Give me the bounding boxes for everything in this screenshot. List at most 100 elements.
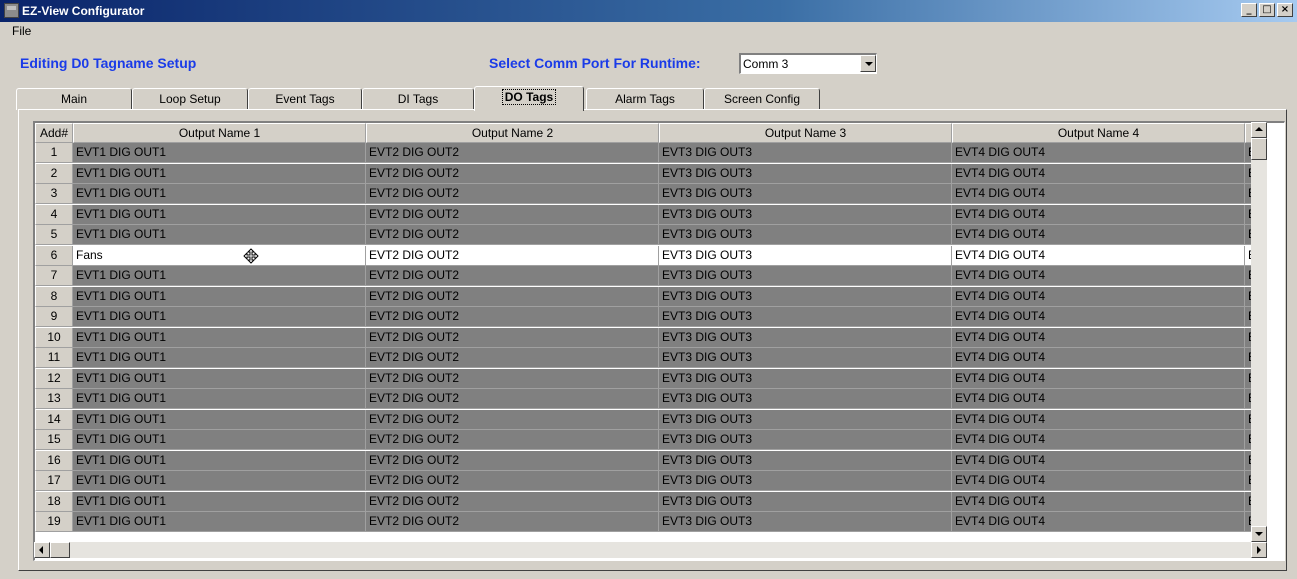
do-tags-grid[interactable]: Add# Output Name 1 Output Name 2 Output … xyxy=(33,121,1285,561)
table-row[interactable]: 16 EVT1 DIG OUT1 EVT2 DIG OUT2 EVT3 DIG OUT… xyxy=(35,450,1259,471)
vertical-scroll-thumb[interactable] xyxy=(1251,138,1267,160)
row-number[interactable]: 12 xyxy=(35,368,73,389)
table-row[interactable]: 10 EVT1 DIG OUT1 EVT2 DIG OUT2 EVT3 DIG OUT… xyxy=(35,327,1259,348)
output-name-cell[interactable]: EVT1 DIG OUT1 xyxy=(73,471,366,491)
output-name-cell[interactable]: EVT1 DIG OUT1 xyxy=(73,409,366,430)
output-name-cell[interactable]: EVT2 DIG OUT2 xyxy=(366,471,659,491)
row-number[interactable]: 6 xyxy=(35,245,73,266)
output-name-cell[interactable]: EVT1 DIG OUT1 xyxy=(73,204,366,225)
output-name-cell[interactable]: EVT2 DIG OUT2 xyxy=(366,491,659,512)
row-number[interactable]: 16 xyxy=(35,450,73,471)
output-name-cell[interactable]: EVT1 DIG OUT1 xyxy=(73,143,366,163)
maximize-button[interactable]: □ xyxy=(1259,3,1275,17)
output-name-cell[interactable]: EVT2 DIG OUT2 xyxy=(366,430,659,450)
output-name-cell[interactable]: EVT2 DIG OUT2 xyxy=(366,512,659,532)
output-name-cell[interactable]: EVT1 DIG OUT1 xyxy=(73,184,366,204)
output-name-cell[interactable]: EVT1 DIG OUT1 xyxy=(73,348,366,368)
output-name-cell[interactable]: Fans xyxy=(73,245,366,266)
row-number[interactable]: 11 xyxy=(35,348,73,368)
output-name-cell[interactable]: EVT4 DIG OUT4 xyxy=(952,389,1245,409)
output-name-cell[interactable]: EVT1 DIG OUT1 xyxy=(73,368,366,389)
output-name-cell[interactable]: EVT1 DIG OUT1 xyxy=(73,389,366,409)
output-name-cell[interactable]: EVT3 DIG OUT3 xyxy=(659,225,952,245)
close-button[interactable]: × xyxy=(1277,3,1293,17)
output-name-cell[interactable]: EVT3 DIG OUT3 xyxy=(659,307,952,327)
row-number[interactable]: 15 xyxy=(35,430,73,450)
table-row[interactable]: 2 EVT1 DIG OUT1 EVT2 DIG OUT2 EVT3 DIG OUT3… xyxy=(35,163,1259,184)
table-row[interactable]: 3 EVT1 DIG OUT1 EVT2 DIG OUT2 EVT3 DIG OUT3… xyxy=(35,184,1259,204)
row-number[interactable]: 18 xyxy=(35,491,73,512)
output-name-cell[interactable]: EVT3 DIG OUT3 xyxy=(659,368,952,389)
output-name-cell[interactable]: EVT4 DIG OUT4 xyxy=(952,307,1245,327)
output-name-cell[interactable]: EVT4 DIG OUT4 xyxy=(952,430,1245,450)
output-name-cell[interactable]: EVT3 DIG OUT3 xyxy=(659,204,952,225)
scroll-down-arrow-icon[interactable] xyxy=(1251,526,1267,542)
output-name-cell[interactable]: EVT2 DIG OUT2 xyxy=(366,389,659,409)
output-name-cell[interactable]: EVT1 DIG OUT1 xyxy=(73,266,366,286)
horizontal-scrollbar[interactable] xyxy=(34,542,1267,558)
tab-loop-setup[interactable]: Loop Setup xyxy=(132,88,248,110)
output-name-cell[interactable]: EVT1 DIG OUT1 xyxy=(73,512,366,532)
vertical-scrollbar[interactable] xyxy=(1251,122,1267,558)
output-name-cell[interactable]: EVT2 DIG OUT2 xyxy=(366,143,659,163)
output-name-cell[interactable]: EVT3 DIG OUT3 xyxy=(659,450,952,471)
output-name-cell[interactable]: EVT3 DIG OUT3 xyxy=(659,389,952,409)
row-number[interactable]: 4 xyxy=(35,204,73,225)
output-name-cell[interactable]: EVT2 DIG OUT2 xyxy=(366,348,659,368)
menu-file[interactable]: File xyxy=(12,24,31,38)
table-row[interactable]: 19 EVT1 DIG OUT1 EVT2 DIG OUT2 EVT3 DIG OUT… xyxy=(35,512,1259,532)
output-name-cell[interactable]: EVT2 DIG OUT2 xyxy=(366,450,659,471)
table-row[interactable]: 17 EVT1 DIG OUT1 EVT2 DIG OUT2 EVT3 DIG OUT… xyxy=(35,471,1259,491)
row-number[interactable]: 7 xyxy=(35,266,73,286)
tab-alarm-tags[interactable]: Alarm Tags xyxy=(586,88,704,110)
output-name-cell[interactable]: EVT1 DIG OUT1 xyxy=(73,327,366,348)
output-name-cell[interactable]: EVT4 DIG OUT4 xyxy=(952,450,1245,471)
output-name-cell[interactable]: EVT4 DIG OUT4 xyxy=(952,348,1245,368)
output-name-cell[interactable]: EVT2 DIG OUT2 xyxy=(366,409,659,430)
output-name-cell[interactable]: EVT4 DIG OUT4 xyxy=(952,245,1245,266)
output-name-cell[interactable]: EVT2 DIG OUT2 xyxy=(366,184,659,204)
output-name-cell[interactable]: EVT2 DIG OUT2 xyxy=(366,286,659,307)
output-name-cell[interactable]: EVT4 DIG OUT4 xyxy=(952,266,1245,286)
row-number[interactable]: 8 xyxy=(35,286,73,307)
output-name-cell[interactable]: EVT2 DIG OUT2 xyxy=(366,163,659,184)
table-row[interactable]: 1 EVT1 DIG OUT1 EVT2 DIG OUT2 EVT3 DIG OUT3… xyxy=(35,143,1259,163)
row-number[interactable]: 10 xyxy=(35,327,73,348)
output-name-cell[interactable]: EVT2 DIG OUT2 xyxy=(366,368,659,389)
output-name-cell[interactable]: EVT3 DIG OUT3 xyxy=(659,512,952,532)
scroll-right-arrow-icon[interactable] xyxy=(1251,542,1267,558)
row-number[interactable]: 19 xyxy=(35,512,73,532)
column-header-output-1[interactable]: Output Name 1 xyxy=(73,123,366,143)
table-row[interactable]: 4 EVT1 DIG OUT1 EVT2 DIG OUT2 EVT3 DIG OUT3… xyxy=(35,204,1259,225)
output-name-cell[interactable]: EVT3 DIG OUT3 xyxy=(659,286,952,307)
row-number[interactable]: 9 xyxy=(35,307,73,327)
tab-main[interactable]: Main xyxy=(16,88,132,110)
tab-di-tags[interactable]: DI Tags xyxy=(362,88,474,110)
output-name-cell[interactable]: EVT1 DIG OUT1 xyxy=(73,450,366,471)
column-header-output-3[interactable]: Output Name 3 xyxy=(659,123,952,143)
output-name-cell[interactable]: EVT4 DIG OUT4 xyxy=(952,225,1245,245)
column-header-output-4[interactable]: Output Name 4 xyxy=(952,123,1245,143)
output-name-cell[interactable]: EVT4 DIG OUT4 xyxy=(952,286,1245,307)
output-name-cell[interactable]: EVT3 DIG OUT3 xyxy=(659,184,952,204)
output-name-cell[interactable]: EVT3 DIG OUT3 xyxy=(659,245,952,266)
output-name-cell[interactable]: EVT3 DIG OUT3 xyxy=(659,327,952,348)
output-name-cell[interactable]: EVT2 DIG OUT2 xyxy=(366,245,659,266)
output-name-cell[interactable]: EVT1 DIG OUT1 xyxy=(73,286,366,307)
output-name-cell[interactable]: EVT4 DIG OUT4 xyxy=(952,163,1245,184)
output-name-cell[interactable]: EVT2 DIG OUT2 xyxy=(366,204,659,225)
row-number[interactable]: 1 xyxy=(35,143,73,163)
output-name-cell[interactable]: EVT4 DIG OUT4 xyxy=(952,143,1245,163)
table-row[interactable]: 13 EVT1 DIG OUT1 EVT2 DIG OUT2 EVT3 DIG OUT… xyxy=(35,389,1259,409)
output-name-cell[interactable]: EVT2 DIG OUT2 xyxy=(366,327,659,348)
table-row[interactable]: 15 EVT1 DIG OUT1 EVT2 DIG OUT2 EVT3 DIG OUT… xyxy=(35,430,1259,450)
row-number[interactable]: 17 xyxy=(35,471,73,491)
row-number[interactable]: 3 xyxy=(35,184,73,204)
tab-do-tags[interactable]: DO Tags xyxy=(474,86,584,111)
output-name-cell[interactable]: EVT3 DIG OUT3 xyxy=(659,348,952,368)
output-name-cell[interactable]: EVT3 DIG OUT3 xyxy=(659,143,952,163)
output-name-cell[interactable]: EVT2 DIG OUT2 xyxy=(366,266,659,286)
tab-event-tags[interactable]: Event Tags xyxy=(248,88,362,110)
table-row[interactable]: 11 EVT1 DIG OUT1 EVT2 DIG OUT2 EVT3 DIG OUT… xyxy=(35,348,1259,368)
tab-screen-config[interactable]: Screen Config xyxy=(704,88,820,110)
